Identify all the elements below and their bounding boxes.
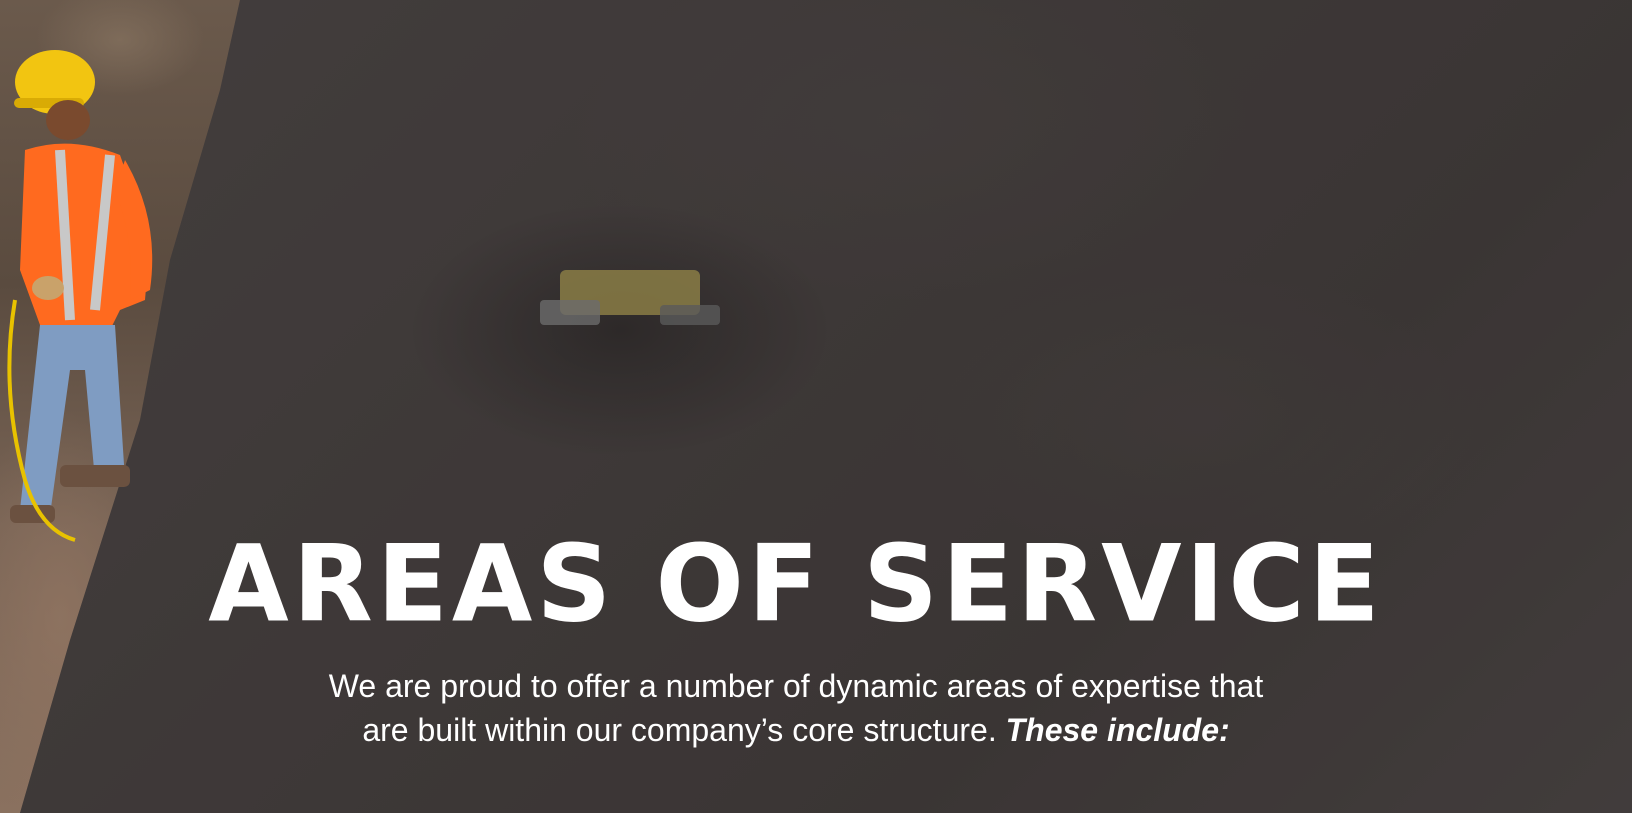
intro-emphasis: These include: [1005, 712, 1230, 748]
construction-worker-icon [7, 50, 153, 542]
areas-of-service-page: AREAS OF SERVICE We are proud to offer a… [0, 0, 1632, 813]
compactor-machine-icon [540, 270, 720, 325]
intro-line-2-text: are built within our company’s core stru… [362, 712, 997, 748]
intro-line-2: are built within our company’s core stru… [0, 708, 1612, 752]
intro-paragraph: We are proud to offer a number of dynami… [0, 664, 1612, 752]
page-title: AREAS OF SERVICE [208, 521, 1384, 647]
intro-line-1: We are proud to offer a number of dynami… [328, 668, 1264, 704]
